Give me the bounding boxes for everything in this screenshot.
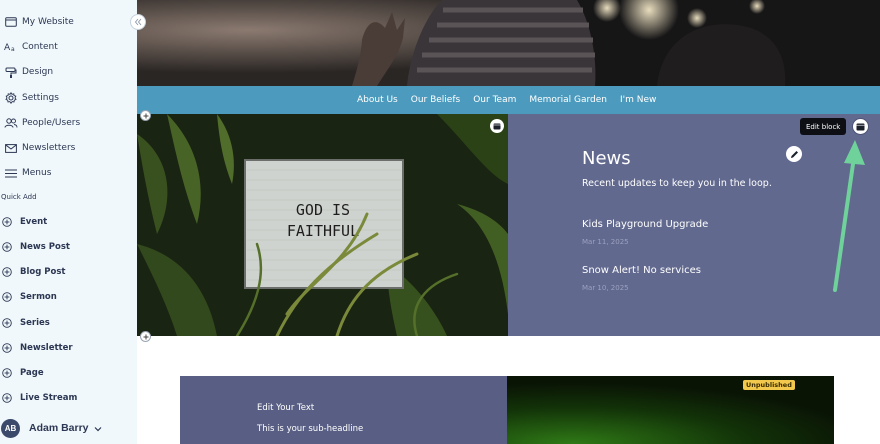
mail-icon bbox=[0, 143, 22, 153]
sidebar-item-settings[interactable]: Settings bbox=[0, 87, 137, 109]
nav-link-about-us[interactable]: About Us bbox=[357, 95, 398, 105]
text-block-headline[interactable]: Edit Your Text bbox=[257, 403, 314, 413]
svg-text:a: a bbox=[11, 46, 15, 52]
pencil-icon bbox=[790, 150, 798, 158]
quick-add-label: Live Stream bbox=[20, 393, 78, 403]
sidebar-item-label: Content bbox=[22, 42, 58, 52]
block-icon bbox=[493, 123, 501, 129]
quick-add-label: Series bbox=[20, 318, 50, 328]
svg-text:A: A bbox=[4, 43, 11, 52]
edit-content-button[interactable] bbox=[786, 146, 802, 162]
quick-add-series[interactable]: Series bbox=[0, 313, 137, 333]
news-subtitle: Recent updates to keep you in the loop. bbox=[582, 178, 772, 189]
collapse-sidebar-button[interactable] bbox=[130, 14, 146, 30]
quick-add-heading: Quick Add bbox=[1, 193, 37, 201]
nav-link-memorial-garden[interactable]: Memorial Garden bbox=[529, 95, 607, 105]
annotation-arrow-icon bbox=[833, 140, 865, 292]
chevron-down-icon bbox=[94, 419, 102, 437]
add-circle-icon bbox=[2, 393, 18, 403]
sidebar-item-label: Design bbox=[22, 67, 54, 77]
quick-add-blog-post[interactable]: Blog Post bbox=[0, 262, 137, 282]
quick-add-page[interactable]: Page bbox=[0, 363, 137, 383]
hero-image bbox=[137, 0, 880, 86]
add-section-below-button[interactable] bbox=[140, 331, 151, 342]
sidebar-item-label: People/Users bbox=[22, 118, 81, 128]
user-menu[interactable]: AB Adam Barry bbox=[0, 416, 102, 440]
edit-block-button[interactable] bbox=[852, 118, 869, 135]
news-post-title[interactable]: Snow Alert! No services bbox=[582, 265, 701, 276]
add-section-above-button[interactable] bbox=[140, 110, 151, 121]
user-name: Adam Barry bbox=[29, 422, 89, 434]
avatar: AB bbox=[1, 418, 20, 438]
paint-roller-icon bbox=[0, 67, 22, 78]
double-chevron-left-icon bbox=[134, 18, 142, 26]
quick-add-label: Newsletter bbox=[20, 343, 73, 353]
quick-add-label: Blog Post bbox=[20, 267, 66, 277]
quick-add-live-stream[interactable]: Live Stream bbox=[0, 388, 137, 408]
plus-icon bbox=[143, 113, 148, 118]
sidebar-item-label: My Website bbox=[22, 17, 74, 27]
sidebar-item-newsletters[interactable]: Newsletters bbox=[0, 137, 137, 159]
text-block-subheadline[interactable]: This is your sub-headline bbox=[257, 424, 363, 434]
sidebar-item-my-website[interactable]: My Website bbox=[0, 11, 137, 33]
add-circle-icon bbox=[2, 318, 18, 328]
nav-link-our-team[interactable]: Our Team bbox=[473, 95, 516, 105]
news-post-title[interactable]: Kids Playground Upgrade bbox=[582, 219, 708, 230]
sidebar-item-menus[interactable]: Menus bbox=[0, 162, 137, 184]
photo-block-edit-button[interactable] bbox=[490, 119, 504, 133]
quick-add-news-post[interactable]: News Post bbox=[0, 237, 137, 257]
status-badge: Unpublished bbox=[743, 380, 795, 390]
news-post-date: Mar 11, 2025 bbox=[582, 238, 629, 246]
add-circle-icon bbox=[2, 267, 18, 277]
sign-line-2: FAITHFUL bbox=[287, 222, 359, 240]
photo-block: GOD IS FAITHFUL bbox=[137, 114, 508, 336]
add-circle-icon bbox=[2, 292, 18, 302]
add-circle-icon bbox=[2, 217, 18, 227]
add-circle-icon bbox=[2, 343, 18, 353]
edit-block-tooltip: Edit block bbox=[800, 118, 847, 135]
text-block: Edit Your Text This is your sub-headline bbox=[180, 376, 507, 444]
video-block: Unpublished bbox=[507, 376, 834, 444]
text-icon: Aa bbox=[0, 42, 22, 52]
quick-add-event[interactable]: Event bbox=[0, 212, 137, 232]
sidebar-item-people-users[interactable]: People/Users bbox=[0, 112, 137, 134]
sidebar-item-label: Menus bbox=[22, 168, 52, 178]
quick-add-newsletter[interactable]: Newsletter bbox=[0, 338, 137, 358]
sidebar-item-label: Newsletters bbox=[22, 143, 76, 153]
quick-add-label: Event bbox=[20, 217, 48, 227]
sidebar: My Website Aa Content Design Settings Pe… bbox=[0, 0, 137, 444]
news-heading: News bbox=[582, 148, 631, 169]
quick-add-label: Sermon bbox=[20, 292, 57, 302]
quick-add-label: News Post bbox=[20, 242, 70, 252]
nav-link-our-beliefs[interactable]: Our Beliefs bbox=[411, 95, 460, 105]
plus-icon bbox=[143, 334, 148, 339]
news-post-date: Mar 10, 2025 bbox=[582, 284, 629, 292]
nav-link-im-new[interactable]: I'm New bbox=[620, 95, 656, 105]
quick-add-sermon[interactable]: Sermon bbox=[0, 287, 137, 307]
sidebar-item-content[interactable]: Aa Content bbox=[0, 36, 137, 58]
sidebar-item-design[interactable]: Design bbox=[0, 61, 137, 83]
add-circle-icon bbox=[2, 368, 18, 378]
quick-add-label: Page bbox=[20, 368, 44, 378]
gear-icon bbox=[0, 92, 22, 104]
users-icon bbox=[0, 118, 22, 128]
menu-icon bbox=[0, 169, 22, 178]
site-nav: About Us Our Beliefs Our Team Memorial G… bbox=[137, 86, 880, 114]
browser-icon bbox=[0, 17, 22, 27]
add-circle-icon bbox=[2, 242, 18, 252]
sidebar-item-label: Settings bbox=[22, 93, 59, 103]
block-icon bbox=[856, 123, 865, 130]
sign-line-1: GOD IS bbox=[296, 201, 350, 219]
